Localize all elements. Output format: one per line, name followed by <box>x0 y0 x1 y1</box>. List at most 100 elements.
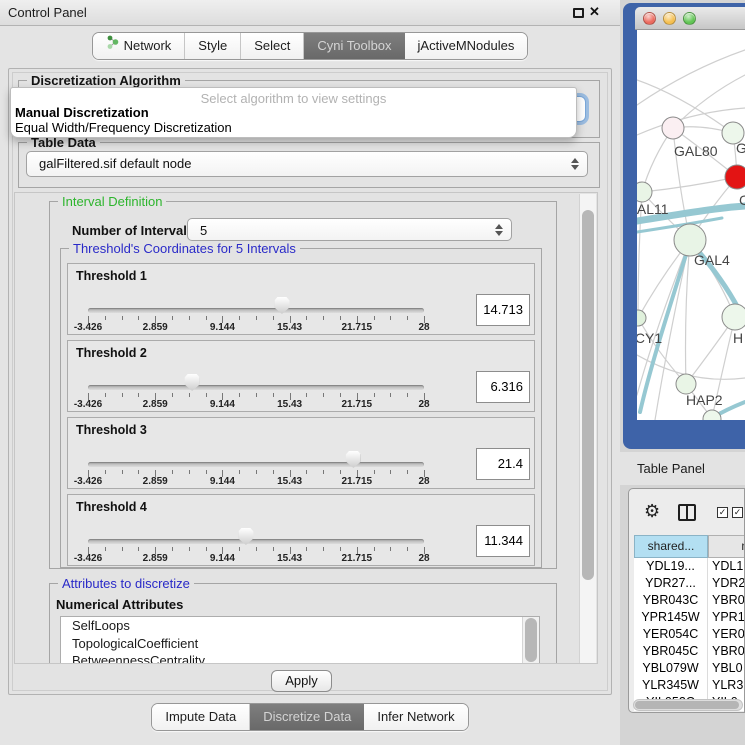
list-scrollbar[interactable] <box>522 617 539 664</box>
cell: YDL19... <box>634 558 708 575</box>
tab-jactivemnodules[interactable]: jActiveMNodules <box>405 33 528 59</box>
slider-tick <box>273 393 274 397</box>
attributes-to-discretize-group: Attributes to discretize Numerical Attri… <box>49 583 557 664</box>
threshold-label: Threshold 2 <box>76 346 147 360</box>
threshold-value-field[interactable]: 14.713 <box>476 294 530 326</box>
network-node-gcy1[interactable] <box>637 310 646 326</box>
network-node-hap2[interactable] <box>676 374 696 394</box>
cell: YLR3 <box>708 677 745 694</box>
network-edge[interactable] <box>686 240 691 384</box>
cell: YPR145W <box>634 609 708 626</box>
columns-icon[interactable] <box>678 504 696 521</box>
list-item[interactable]: SelfLoops <box>61 617 539 635</box>
tab-label: Style <box>198 33 227 59</box>
slider-tick <box>306 470 307 474</box>
dropdown-option-manual-discretization[interactable]: Manual Discretization <box>11 105 576 120</box>
table-row[interactable]: YPR145WYPR1 <box>634 609 745 626</box>
numerical-attributes-list[interactable]: SelfLoopsTopologicalCoefficientBetweenne… <box>60 616 540 664</box>
table-row[interactable]: YBL079WYBL0 <box>634 660 745 677</box>
combo-value: galFiltered.sif default node <box>39 152 191 176</box>
slider-tick <box>172 316 173 320</box>
cell: YBR045C <box>634 643 708 660</box>
mac-minimize-icon[interactable] <box>663 12 676 25</box>
bottom-tab-bar: Impute DataDiscretize DataInfer Network <box>0 703 620 731</box>
cell: YDL1 <box>708 558 745 575</box>
checkbox-icon[interactable]: ✓ <box>732 507 743 518</box>
slider-tick-label: -3.426 <box>74 553 102 564</box>
tab-impute-data[interactable]: Impute Data <box>152 704 249 730</box>
checkbox-icon[interactable]: ✓ <box>717 507 728 518</box>
slider-tick <box>306 316 307 320</box>
slider-tick-label: 21.715 <box>342 322 373 333</box>
network-edge[interactable] <box>637 80 733 133</box>
network-canvas[interactable]: GAL80GACGAL11GAL4GCY1HHAP2 <box>637 30 745 420</box>
float-window-icon[interactable] <box>573 8 584 18</box>
slider-tick-label: 15.43 <box>277 399 302 410</box>
threshold-label: Threshold 4 <box>76 500 147 514</box>
column-header-na[interactable]: na <box>708 535 745 558</box>
tab-discretize-data[interactable]: Discretize Data <box>249 704 364 730</box>
column-header-shared-[interactable]: shared... <box>634 535 708 558</box>
slider-tick-label: 9.144 <box>210 553 235 564</box>
tab-select[interactable]: Select <box>240 33 303 59</box>
slider-tick <box>239 393 240 397</box>
table-rows[interactable]: YDL19...YDL1YDR27...YDR2YBR043CYBR0YPR14… <box>634 558 745 711</box>
slider-tick <box>323 547 324 551</box>
cell: YPR1 <box>708 609 745 626</box>
table-horizontal-scrollbar[interactable] <box>633 699 743 711</box>
table-row[interactable]: YDL19...YDL1 <box>634 558 745 575</box>
number-of-intervals-combobox[interactable]: 5 <box>187 218 512 241</box>
slider-tick <box>407 393 408 397</box>
mac-zoom-icon[interactable] <box>683 12 696 25</box>
slider-track[interactable] <box>88 539 424 544</box>
slider-tick <box>323 316 324 320</box>
tab-label: Network <box>124 33 172 59</box>
tab-cyni-toolbox[interactable]: Cyni Toolbox <box>303 33 404 59</box>
tab-style[interactable]: Style <box>184 33 240 59</box>
list-item[interactable]: TopologicalCoefficient <box>61 635 539 653</box>
slider-tick <box>374 470 375 474</box>
tab-infer-network[interactable]: Infer Network <box>364 704 467 730</box>
dropdown-option-equal-width-frequency-discretization[interactable]: Equal Width/Frequency Discretization <box>11 120 576 135</box>
slider-tick <box>340 316 341 320</box>
table-row[interactable]: YLR345WYLR3 <box>634 677 745 694</box>
slider-tick-label: -3.426 <box>74 322 102 333</box>
mac-close-icon[interactable] <box>643 12 656 25</box>
network-edge[interactable] <box>637 50 745 105</box>
threshold-value-field[interactable]: 21.4 <box>476 448 530 480</box>
threshold-value-field[interactable]: 6.316 <box>476 371 530 403</box>
slider-tick <box>206 547 207 551</box>
tab-label: jActiveMNodules <box>418 33 515 59</box>
table-row[interactable]: YER054CYER0 <box>634 626 745 643</box>
apply-button[interactable]: Apply <box>271 670 332 692</box>
close-icon[interactable]: ✕ <box>589 4 600 20</box>
table-row[interactable]: YBR045CYBR0 <box>634 643 745 660</box>
network-window[interactable]: GAL80GACGAL11GAL4GCY1HHAP2 <box>623 3 745 449</box>
table-row[interactable]: YBR043CYBR0 <box>634 592 745 609</box>
network-node-gal80[interactable] <box>662 117 684 139</box>
network-node-c[interactable] <box>725 165 745 189</box>
slider-track[interactable] <box>88 385 424 390</box>
network-node-h[interactable] <box>722 304 745 330</box>
slider-track[interactable] <box>88 308 424 313</box>
top-tab-bar: Network Style SelectCyni Toolbox jActiveMNo… <box>0 32 620 60</box>
slider-track[interactable] <box>88 462 424 467</box>
slider-tick <box>206 470 207 474</box>
table-data-combobox[interactable]: galFiltered.sif default node <box>26 151 588 177</box>
list-item[interactable]: BetweennessCentrality <box>61 652 539 664</box>
tab-network[interactable]: Network <box>93 33 185 59</box>
node-label: GA <box>736 140 745 156</box>
table-row[interactable]: YDR27...YDR2 <box>634 575 745 592</box>
gear-icon[interactable]: ⚙ <box>644 501 660 521</box>
table-header[interactable]: shared...na <box>634 535 745 558</box>
network-edge[interactable] <box>642 177 737 192</box>
network-node-gal11[interactable] <box>637 182 652 202</box>
threshold-coordinates-group: Threshold's Coordinates for 5 Intervals … <box>60 248 542 568</box>
slider-tick <box>256 316 257 320</box>
threshold-value-field[interactable]: 11.344 <box>476 525 530 557</box>
network-node[interactable] <box>703 410 721 420</box>
group-title: Interval Definition <box>58 194 166 209</box>
slider-tick <box>374 393 375 397</box>
settings-scrollbar[interactable] <box>579 194 596 664</box>
dropdown-prompt: Select algorithm to view settings <box>11 88 576 105</box>
